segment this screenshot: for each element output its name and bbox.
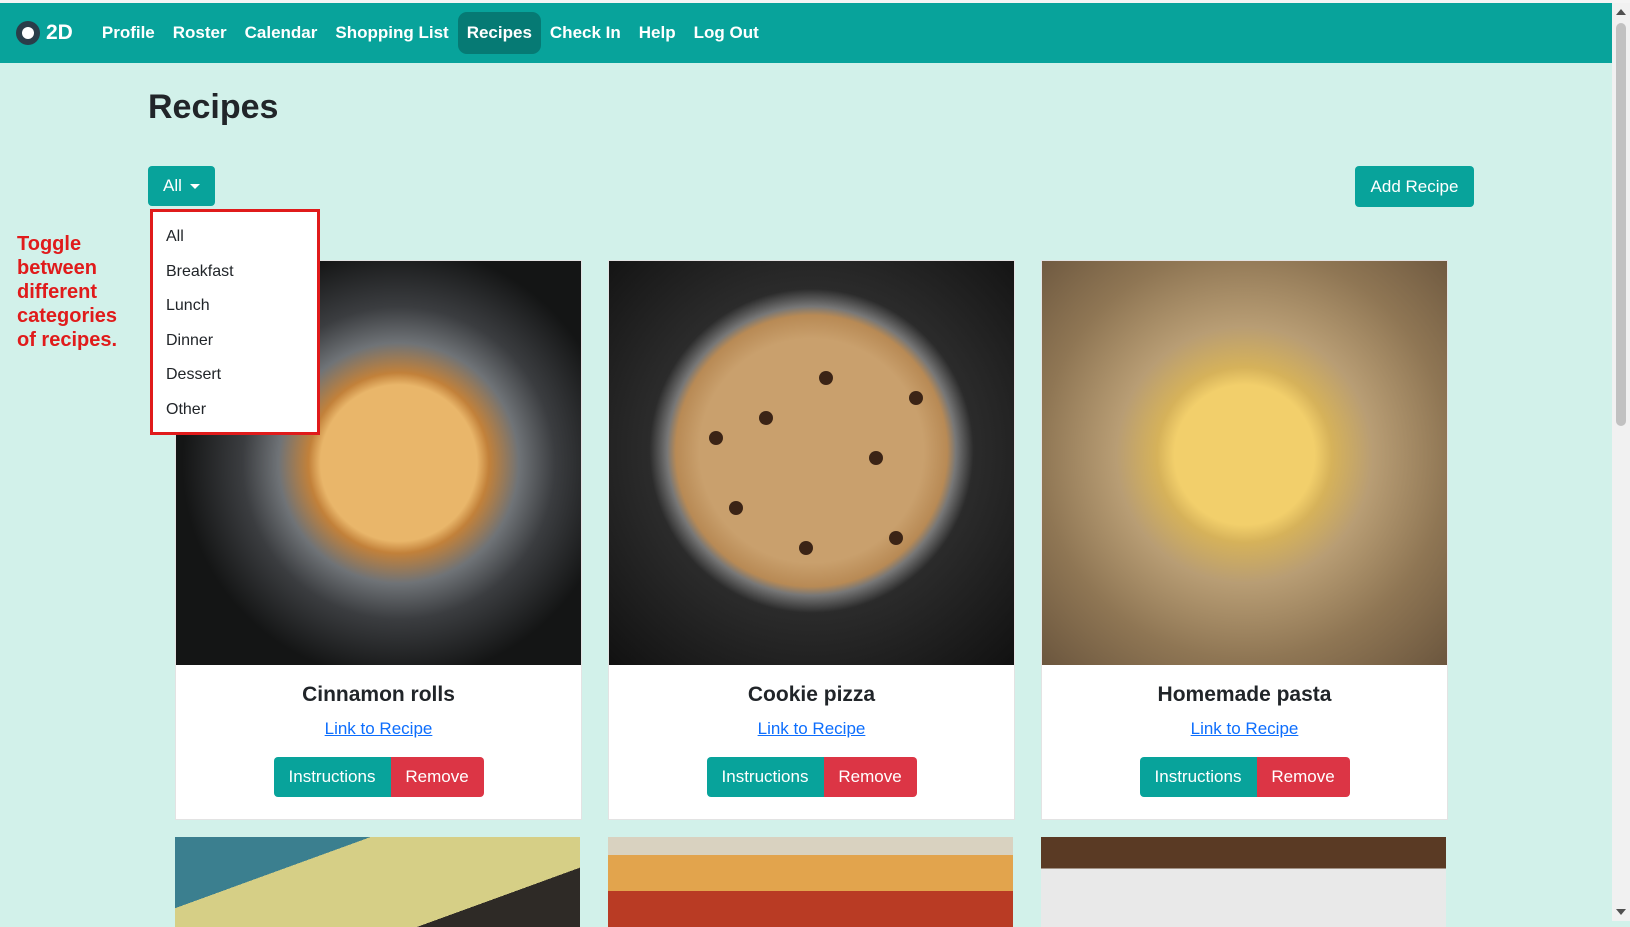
recipe-card: Homemade pasta Link to Recipe Instructio… xyxy=(1041,260,1448,820)
dropdown-item-dinner[interactable]: Dinner xyxy=(153,324,317,359)
chocolate-chip xyxy=(869,451,883,465)
brand[interactable]: 2D xyxy=(16,21,73,45)
nav-item-shopping-list[interactable]: Shopping List xyxy=(326,12,457,54)
nav-item-help[interactable]: Help xyxy=(630,12,685,54)
category-filter-button[interactable]: All xyxy=(148,166,215,206)
recipe-actions: Instructions Remove xyxy=(1042,757,1447,797)
category-dropdown-menu: All Breakfast Lunch Dinner Dessert Other xyxy=(150,209,320,435)
recipe-card-image-partial xyxy=(175,837,580,927)
recipe-title: Cinnamon rolls xyxy=(302,683,455,706)
chocolate-chip xyxy=(799,541,813,555)
recipe-actions: Instructions Remove xyxy=(609,757,1014,797)
chocolate-chip xyxy=(889,531,903,545)
instructions-button[interactable]: Instructions xyxy=(273,757,391,797)
category-filter-label: All xyxy=(163,176,182,195)
nav-item-roster[interactable]: Roster xyxy=(164,12,236,54)
scroll-down-arrow-icon[interactable] xyxy=(1616,909,1626,915)
nav-item-calendar[interactable]: Calendar xyxy=(236,12,327,54)
nav-item-log-out[interactable]: Log Out xyxy=(685,12,768,54)
add-recipe-button[interactable]: Add Recipe xyxy=(1355,166,1474,207)
remove-button[interactable]: Remove xyxy=(390,757,484,797)
recipe-title: Cookie pizza xyxy=(747,683,876,706)
recipe-card: Cookie pizza Link to Recipe Instructions… xyxy=(608,260,1015,820)
chocolate-chip xyxy=(819,371,833,385)
vertical-scrollbar[interactable] xyxy=(1612,3,1630,921)
chocolate-chip xyxy=(709,431,723,445)
navbar: 2D Profile Roster Calendar Shopping List… xyxy=(0,3,1612,63)
dropdown-item-other[interactable]: Other xyxy=(153,393,317,428)
chocolate-chip xyxy=(759,411,773,425)
dropdown-item-breakfast[interactable]: Breakfast xyxy=(153,255,317,290)
recipe-link[interactable]: Link to Recipe xyxy=(1042,719,1447,739)
recipe-link[interactable]: Link to Recipe xyxy=(609,719,1014,739)
remove-button[interactable]: Remove xyxy=(823,757,917,797)
chocolate-chip xyxy=(729,501,743,515)
nav-item-recipes[interactable]: Recipes xyxy=(457,12,541,54)
brand-name: 2D xyxy=(46,21,73,44)
scrollbar-thumb[interactable] xyxy=(1616,23,1626,426)
instructions-button[interactable]: Instructions xyxy=(1139,757,1257,797)
instructions-button[interactable]: Instructions xyxy=(706,757,824,797)
plate-icon xyxy=(16,21,40,45)
remove-button[interactable]: Remove xyxy=(1256,757,1350,797)
recipe-actions: Instructions Remove xyxy=(176,757,581,797)
recipe-card-image-partial xyxy=(608,837,1013,927)
caret-down-icon xyxy=(189,183,200,189)
recipe-image xyxy=(1042,261,1447,665)
chocolate-chip xyxy=(909,391,923,405)
dropdown-item-lunch[interactable]: Lunch xyxy=(153,289,317,324)
annotation-note: Toggle between different categories of r… xyxy=(17,233,118,351)
recipe-card-image-partial xyxy=(1041,837,1446,927)
recipe-link[interactable]: Link to Recipe xyxy=(176,719,581,739)
dropdown-item-dessert[interactable]: Dessert xyxy=(153,358,317,393)
page-title: Recipes xyxy=(148,88,279,126)
recipe-image xyxy=(609,261,1014,665)
dropdown-item-all[interactable]: All xyxy=(153,220,317,255)
scroll-up-arrow-icon[interactable] xyxy=(1616,9,1626,15)
nav-item-check-in[interactable]: Check In xyxy=(541,12,630,54)
nav-item-profile[interactable]: Profile xyxy=(93,12,164,54)
recipe-title: Homemade pasta xyxy=(1157,683,1332,706)
